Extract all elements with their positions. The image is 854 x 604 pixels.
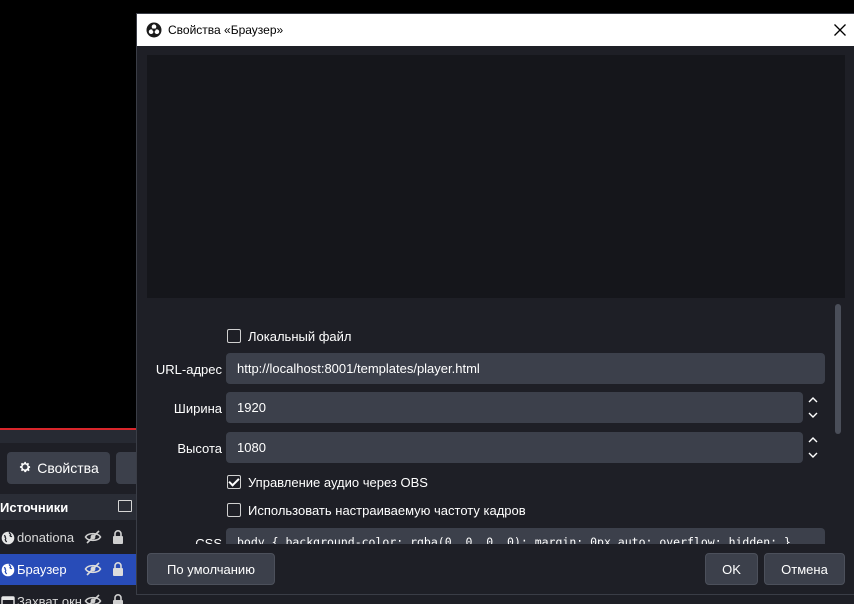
height-increment-button[interactable] bbox=[802, 432, 824, 447]
scrollbar-thumb[interactable] bbox=[835, 304, 841, 434]
width-spin-buttons bbox=[802, 392, 824, 423]
ok-button[interactable]: OK bbox=[705, 553, 758, 585]
close-icon[interactable] bbox=[832, 22, 848, 38]
source-row-browser[interactable]: Браузер bbox=[0, 554, 136, 585]
lock-icon[interactable] bbox=[112, 561, 124, 577]
source-properties-button[interactable]: Свойства bbox=[7, 452, 110, 484]
width-spinbox[interactable]: 1920 bbox=[226, 392, 803, 423]
program-preview bbox=[0, 0, 136, 430]
globe-icon bbox=[1, 563, 15, 576]
width-value: 1920 bbox=[237, 400, 266, 415]
height-decrement-button[interactable] bbox=[802, 448, 824, 463]
height-spinbox[interactable]: 1080 bbox=[226, 432, 803, 463]
browser-source-preview bbox=[147, 55, 845, 298]
css-value: body { background-color: rgba(0, 0, 0, 0… bbox=[237, 535, 791, 544]
source-properties-label: Свойства bbox=[37, 460, 99, 476]
url-input[interactable]: http://localhost:8001/templates/player.h… bbox=[226, 353, 825, 384]
audio-control-label: Управление аудио через OBS bbox=[248, 475, 428, 490]
height-value: 1080 bbox=[237, 440, 266, 455]
custom-fps-label: Использовать настраиваемую частоту кадро… bbox=[248, 503, 526, 518]
source-row-donationa[interactable]: donationa bbox=[0, 522, 136, 553]
dock-header-band bbox=[0, 430, 136, 443]
local-file-label: Локальный файл bbox=[248, 329, 352, 344]
lock-icon[interactable] bbox=[112, 593, 124, 604]
height-label: Высота bbox=[177, 441, 222, 456]
obs-logo-icon bbox=[146, 22, 162, 38]
cancel-button[interactable]: Отмена bbox=[764, 553, 845, 585]
lock-icon[interactable] bbox=[112, 529, 124, 545]
defaults-button[interactable]: По умолчанию bbox=[147, 553, 275, 585]
chevron-down-icon bbox=[808, 412, 818, 418]
url-value: http://localhost:8001/templates/player.h… bbox=[237, 361, 480, 376]
eye-hidden-icon[interactable] bbox=[84, 594, 102, 604]
local-file-checkbox[interactable] bbox=[227, 329, 241, 343]
sources-dock-header: Источники bbox=[0, 494, 136, 520]
url-label: URL-адрес bbox=[155, 362, 222, 377]
source-row-window-capture[interactable]: Захват окн bbox=[0, 586, 136, 604]
width-label: Ширина bbox=[173, 401, 222, 416]
audio-control-checkbox[interactable] bbox=[227, 475, 241, 489]
preview-border-line bbox=[0, 428, 136, 430]
properties-form: Локальный файл URL-адрес http://localhos… bbox=[147, 304, 833, 544]
properties-scrollbar[interactable] bbox=[834, 304, 842, 544]
source-name: Захват окн bbox=[17, 594, 82, 604]
window-capture-icon bbox=[1, 595, 15, 604]
width-increment-button[interactable] bbox=[802, 392, 824, 407]
css-textarea[interactable]: body { background-color: rgba(0, 0, 0, 0… bbox=[226, 528, 825, 544]
height-spin-buttons bbox=[802, 432, 824, 463]
gear-icon bbox=[18, 460, 32, 477]
chevron-down-icon bbox=[808, 452, 818, 458]
dialog-title: Свойства «Браузер» bbox=[168, 23, 284, 37]
sources-dock-title: Источники bbox=[0, 499, 69, 515]
source-name: donationa bbox=[17, 530, 75, 545]
chevron-up-icon bbox=[808, 397, 818, 403]
eye-hidden-icon[interactable] bbox=[84, 562, 102, 576]
chevron-up-icon bbox=[808, 437, 818, 443]
width-decrement-button[interactable] bbox=[802, 408, 824, 423]
properties-dialog: Свойства «Браузер» Локальный файл URL-ад… bbox=[136, 13, 854, 595]
source-name: Браузер bbox=[17, 562, 67, 577]
main-window-bottom-docks bbox=[136, 595, 854, 604]
undock-icon[interactable] bbox=[118, 500, 132, 512]
custom-fps-checkbox[interactable] bbox=[227, 503, 241, 517]
dialog-titlebar: Свойства «Браузер» bbox=[137, 14, 854, 46]
globe-icon bbox=[1, 531, 15, 544]
css-label: CSS bbox=[195, 536, 222, 544]
eye-hidden-icon[interactable] bbox=[84, 530, 102, 544]
